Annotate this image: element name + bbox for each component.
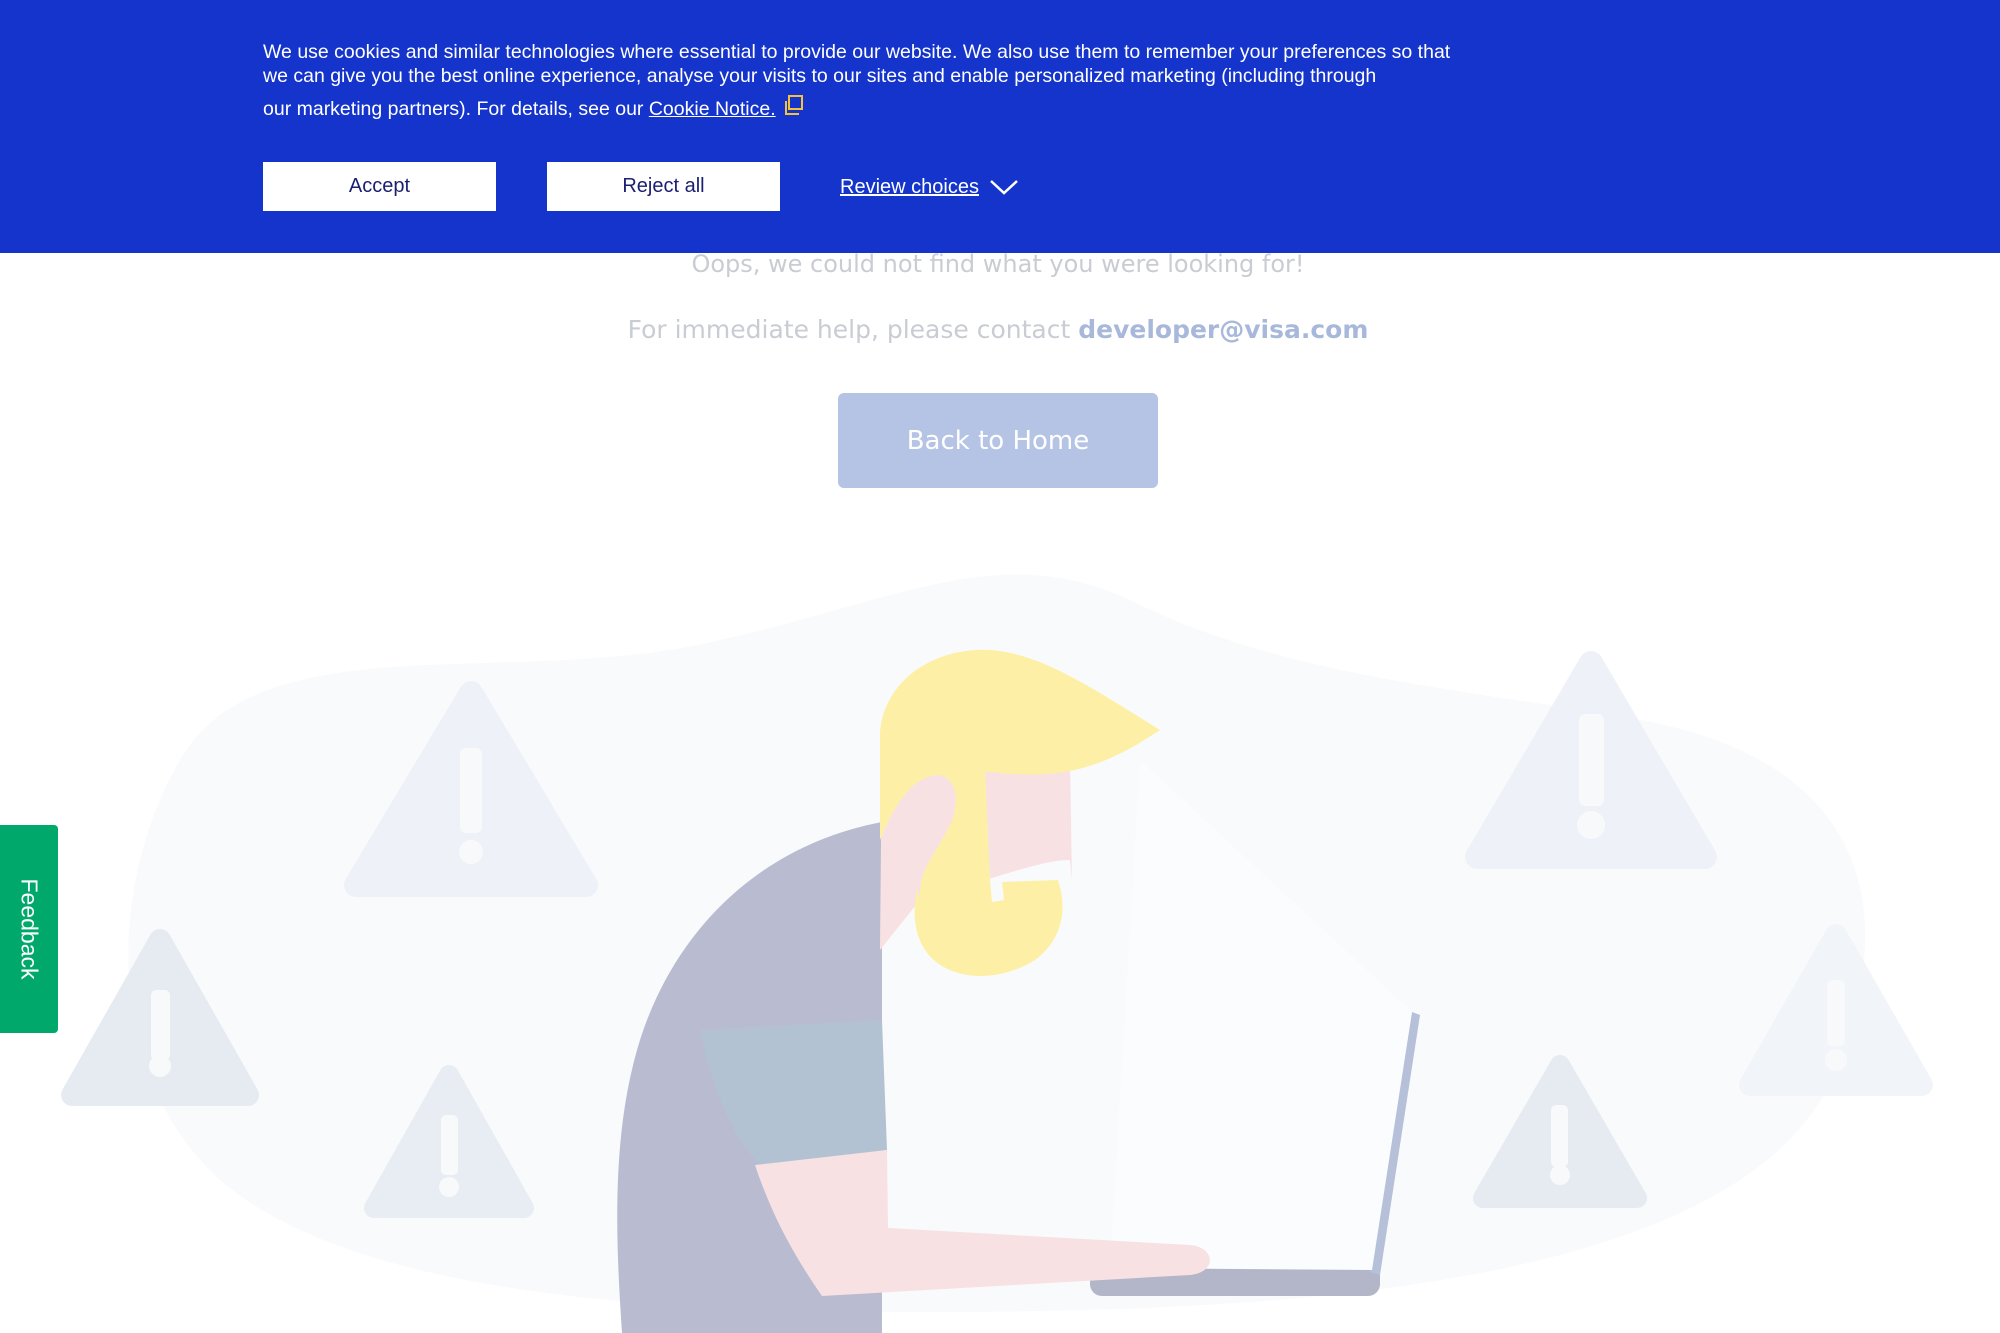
- chevron-down-icon: [990, 180, 1018, 195]
- cookie-notice-text: We use cookies and similar technologies …: [263, 40, 1463, 121]
- cookie-notice-link[interactable]: Cookie Notice.: [649, 98, 776, 120]
- cookie-text-line: our marketing partners). For details, se…: [263, 95, 1463, 121]
- reject-all-button[interactable]: Reject all: [547, 162, 780, 211]
- cookie-banner: We use cookies and similar technologies …: [0, 0, 2000, 253]
- feedback-label: Feedback: [16, 878, 43, 980]
- cookie-text-part2: our marketing partners). For details, se…: [263, 98, 649, 120]
- review-choices-button[interactable]: Review choices: [840, 171, 1019, 203]
- review-choices-label: Review choices: [840, 175, 979, 198]
- cookie-text-part1: We use cookies and similar technologies …: [263, 41, 1451, 87]
- accept-button[interactable]: Accept: [263, 162, 496, 211]
- feedback-tab[interactable]: Feedback: [0, 825, 58, 1033]
- external-link-icon[interactable]: [782, 95, 804, 117]
